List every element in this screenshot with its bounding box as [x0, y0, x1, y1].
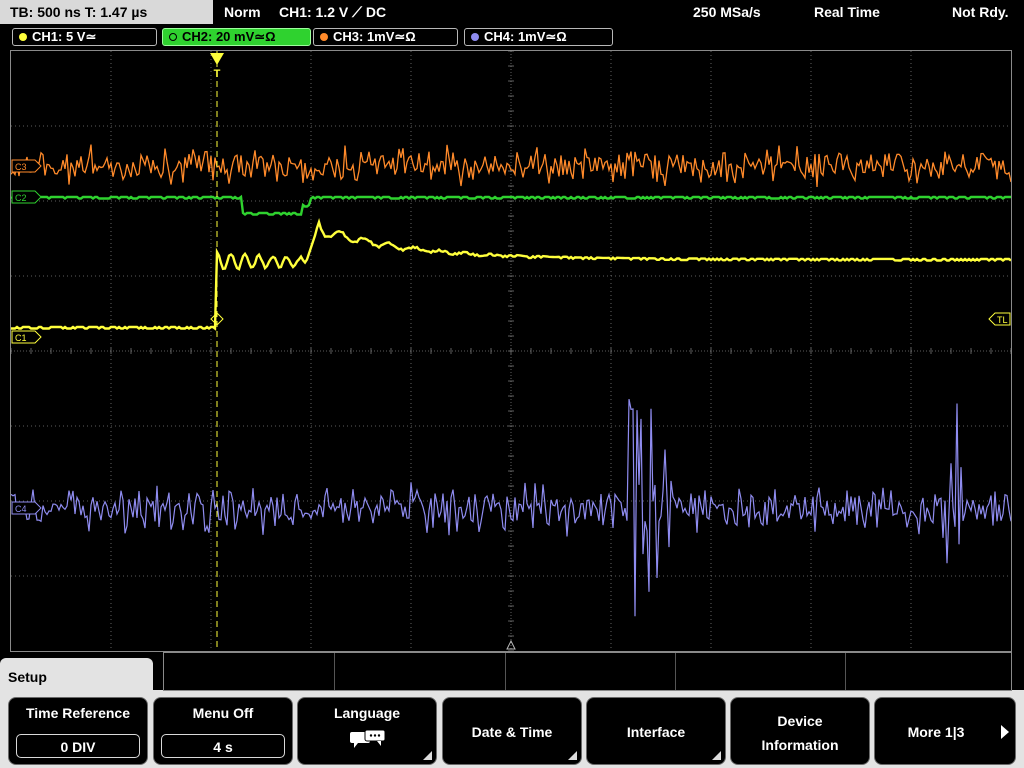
submenu-indicator-icon	[568, 751, 577, 760]
next-page-arrow-icon	[1001, 725, 1009, 739]
ch3-marker[interactable]: C3	[11, 159, 42, 173]
waveform-display[interactable]: T C3 C2 C1 C4 TL	[10, 50, 1012, 652]
menu-off-label: Menu Off	[192, 705, 254, 721]
ch1-dot-icon	[19, 33, 27, 41]
sample-rate: 250 MSa/s	[693, 4, 761, 20]
date-time-label: Date & Time	[471, 724, 553, 740]
acquisition-type: Real Time	[814, 4, 880, 20]
status-bar: TB: 500 ns T: 1.47 µs Norm CH1: 1.2 V ⟋ …	[0, 0, 1024, 24]
tab-ch2[interactable]: CH2: 20 mV≃Ω	[162, 28, 311, 46]
speech-bubble-icon	[350, 729, 386, 748]
ch4-marker-label: C4	[15, 504, 27, 514]
waveform-canvas: T C3 C2 C1 C4 TL	[11, 51, 1011, 651]
trigger-status: Not Rdy.	[952, 4, 1009, 20]
trigger-level-label: TL	[997, 315, 1008, 325]
acquisition-mode: Norm	[224, 4, 261, 20]
tab-ch4[interactable]: CH4: 1mV≃Ω	[464, 28, 613, 46]
menu-off-softkey[interactable]: Menu Off 4 s	[153, 697, 293, 765]
ch2-label: CH2: 20 mV≃Ω	[182, 29, 276, 44]
more-label: More 1|3	[907, 724, 965, 740]
ch4-dot-icon	[471, 33, 479, 41]
time-reference-label: Time Reference	[25, 705, 130, 721]
date-time-softkey[interactable]: Date & Time	[442, 697, 582, 765]
information-label: Information	[761, 737, 839, 753]
timebase-readout[interactable]: TB: 500 ns T: 1.47 µs	[0, 0, 213, 24]
ch2-waveform	[11, 194, 1011, 216]
device-information-softkey[interactable]: Device Information	[730, 697, 870, 765]
ch3-dot-icon	[320, 33, 328, 41]
trigger-t-label: T	[214, 68, 221, 80]
ch1-marker[interactable]: C1	[11, 330, 42, 344]
ch3-label: CH3: 1mV≃Ω	[333, 29, 416, 44]
submenu-indicator-icon	[712, 751, 721, 760]
ch3-marker-label: C3	[15, 162, 27, 172]
device-label: Device	[777, 713, 823, 729]
ch4-marker[interactable]: C4	[11, 501, 42, 515]
ch1-label: CH1: 5 V≃	[32, 29, 97, 44]
interface-softkey[interactable]: Interface	[586, 697, 726, 765]
ch4-label: CH4: 1mV≃Ω	[484, 29, 567, 44]
tab-ch1[interactable]: CH1: 5 V≃	[12, 28, 157, 46]
ch2-marker-label: C2	[15, 193, 27, 203]
scale-strip	[163, 652, 1012, 691]
interface-label: Interface	[626, 724, 686, 740]
graticule	[11, 51, 1011, 651]
time-reference-value: 0 DIV	[16, 734, 140, 758]
ch2-marker[interactable]: C2	[11, 190, 42, 204]
ch2-dot-icon	[169, 33, 177, 41]
time-reference-softkey[interactable]: Time Reference 0 DIV	[8, 697, 148, 765]
language-label: Language	[333, 705, 401, 721]
trigger-level-marker[interactable]: TL	[988, 312, 1011, 326]
menu-off-value: 4 s	[161, 734, 285, 758]
tab-ch3[interactable]: CH3: 1mV≃Ω	[313, 28, 458, 46]
ch1-marker-label: C1	[15, 333, 27, 343]
more-softkey[interactable]: More 1|3	[874, 697, 1016, 765]
trigger-readout[interactable]: CH1: 1.2 V ⟋ DC	[279, 0, 386, 24]
submenu-indicator-icon	[423, 751, 432, 760]
language-softkey[interactable]: Language	[297, 697, 437, 765]
